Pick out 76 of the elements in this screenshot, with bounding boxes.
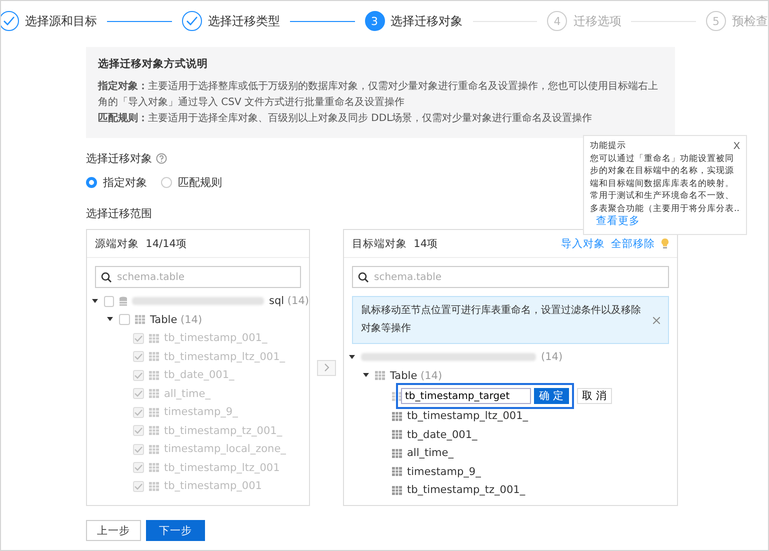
checkbox[interactable] [104,296,114,307]
chevron-right-icon [324,363,330,372]
table-name: tb_timestamp_ltz_001_ [164,350,286,363]
table-icon [149,334,159,343]
check-icon [186,16,198,26]
help-icon[interactable] [156,153,167,164]
table-icon [149,352,159,362]
caret-icon[interactable] [348,354,356,360]
step-number: 5 [712,14,720,28]
search-field[interactable]: schema.table [95,266,301,288]
rename-field[interactable]: tb_timestamp_target [401,388,531,404]
next-button[interactable]: 下一步 [146,520,205,541]
node-label: Table (14) [390,370,442,382]
step-label: 选择迁移对象 [390,12,462,30]
node-count: (14) [541,351,563,364]
close-button[interactable]: X [733,140,740,152]
table-name: tb_date_001_ [164,369,234,382]
section-label: 选择迁移范围 [86,206,152,221]
table-name: timestamp_9_ [407,466,481,478]
table-name: tb_timestamp_001_ [164,332,268,344]
database-icon [118,296,128,307]
step-label: 迁移选项 [573,12,622,30]
table-icon [392,467,402,476]
table-icon [149,426,159,436]
move-right-button[interactable] [317,360,336,376]
checkbox[interactable] [119,314,130,326]
caret-icon[interactable] [91,298,99,304]
table-name: timestamp_9_ [164,406,238,418]
previous-button[interactable]: 上一步 [86,520,141,541]
node-label: Table (14) [150,314,202,326]
section-label: 选择迁移对象 [86,151,152,166]
table-name: tb_date_001_ [407,428,478,441]
table-name: all_time_ [164,388,210,400]
table-icon [149,463,159,472]
node-label: sql (14) [269,295,309,308]
tooltip-text: 您可以通过「重命名」功能设置被同步的对象在目标端中的名称，实现源端和目标端间数据库库表名的映射。常用于测试和生产环境命名不一致、多表聚合功能（主要用于将分库分表.. 查看更多 [590,152,740,228]
table-icon [149,408,159,417]
radio-option[interactable]: 指定对象 [86,175,147,190]
table-name: tb_timestamp_tz_001_ [407,484,526,496]
confirm-button[interactable]: 确 定 [534,388,569,404]
notice-text: 鼠标移动至节点位置可进行库表重命名，设置过滤条件以及移除对象等操作 [361,304,641,336]
step-number: 3 [371,14,378,28]
step-number: 4 [554,14,561,28]
info-paragraph: 指定对象：主要适用于选择整库或低于万级别的数据库对象，仅需对少量对象进行重命名及设置操作，您也可以使用目标端右上角的「导入对象」通过导入 CSV 文件方式进行批量重命名及设置操作 [98,79,659,110]
table-icon [392,486,402,495]
step-label: 预检查 [732,12,768,30]
step-label: 选择迁移类型 [208,12,280,30]
table-name: tb_timestamp_tz_001_ [164,424,282,437]
table-name: tb_timestamp_001 [164,480,262,492]
cancel-button[interactable]: 取 消 [576,388,612,404]
table-icon [135,315,145,324]
lightbulb-icon[interactable] [661,238,669,249]
caret-icon[interactable] [106,317,114,322]
search-field[interactable]: schema.table [352,266,669,288]
table-name: tb_timestamp_ltz_001 [164,462,280,474]
table-icon [392,430,402,440]
table-icon [392,412,402,421]
panel-title: 源端对象 14/14项 [95,236,187,250]
table-icon [149,370,159,380]
table-icon [149,444,159,454]
check-icon [3,16,15,26]
radio-option[interactable]: 匹配规则 [161,175,222,190]
table-icon [375,371,385,380]
step-label: 选择源和目标 [25,12,97,30]
table-icon [392,448,402,458]
info-paragraph: 匹配规则：主要适用于选择全库对象、百级别以上对象及同步 DDL场景，仅需对少量对象进行重命名及设置操作 [98,112,594,126]
table-name: tb_timestamp_ltz_001_ [407,410,528,422]
caret-icon[interactable] [362,373,370,378]
table-icon [149,482,159,491]
info-title: 选择迁移对象方式说明 [98,57,209,71]
table-name: all_time_ [407,447,454,460]
panel-title: 目标端对象 14项 [352,236,438,250]
tooltip-title: 功能提示 [590,140,626,152]
close-icon[interactable] [653,316,660,324]
table-name: timestamp_local_zone_ [164,443,286,456]
table-icon [149,389,159,398]
